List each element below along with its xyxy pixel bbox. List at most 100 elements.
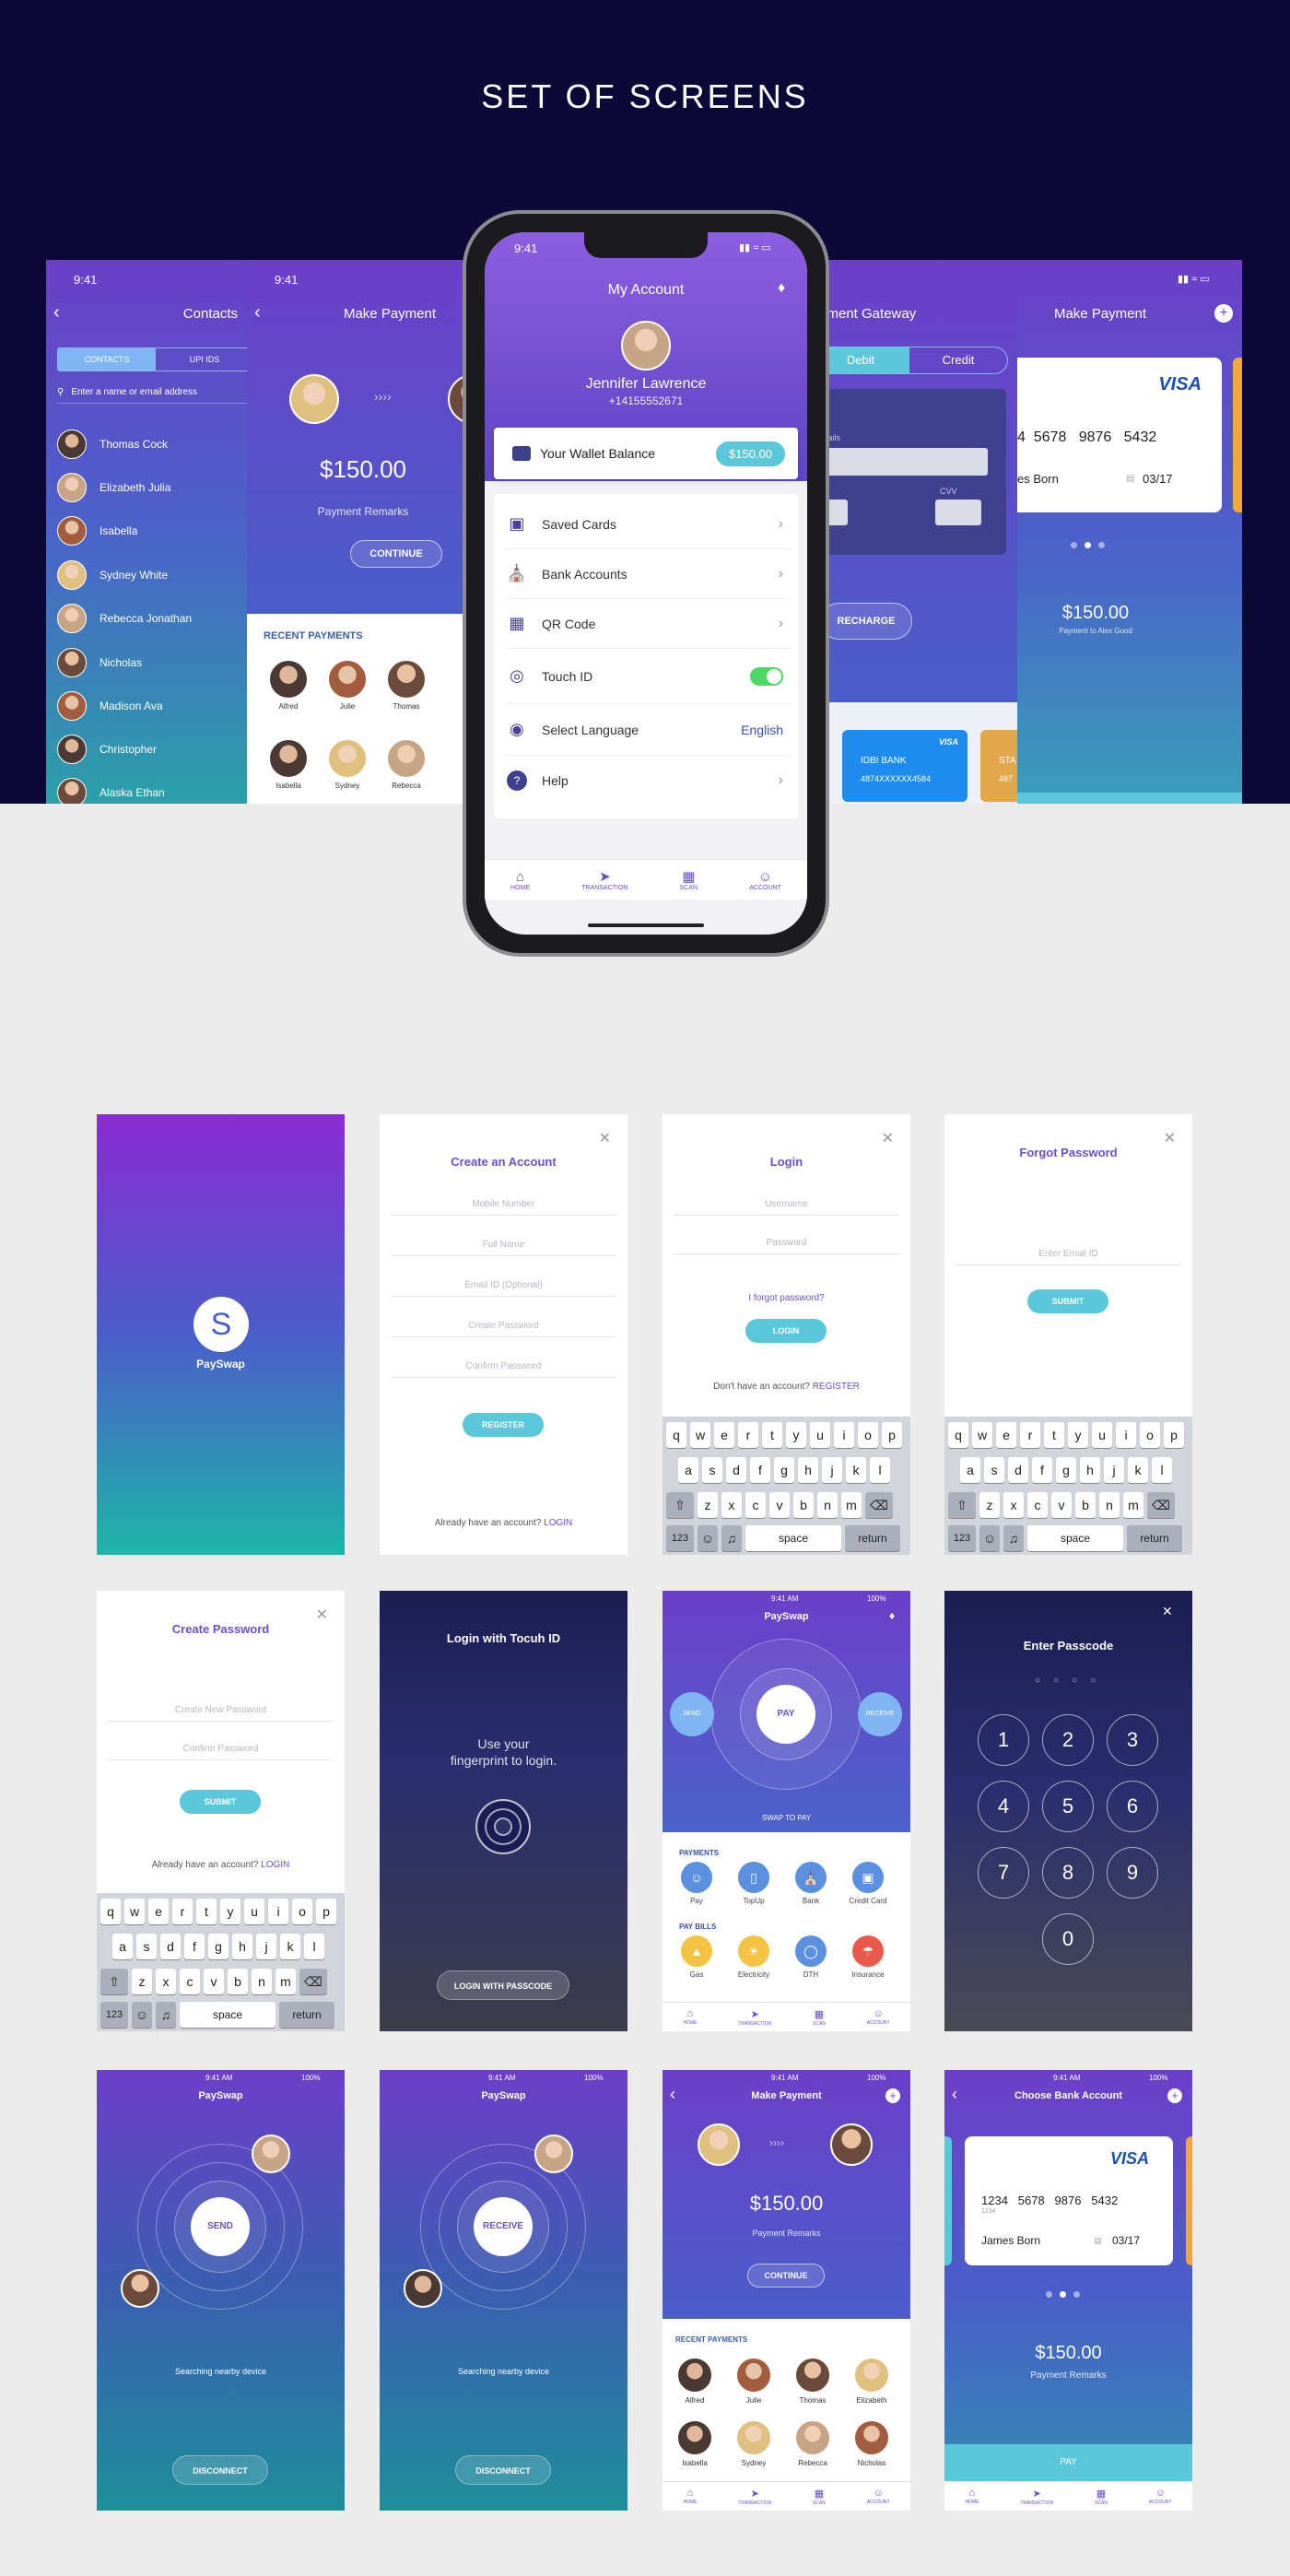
key[interactable]: k xyxy=(280,1934,300,1959)
tab-account[interactable]: ☺ ACCOUNT xyxy=(867,2488,890,2505)
keypad-key[interactable]: 1 xyxy=(978,1714,1029,1766)
bill-insurance[interactable]: ☂ Insurance xyxy=(845,1935,891,1979)
backspace-key-icon[interactable]: ⌫ xyxy=(299,1969,327,1994)
send-button[interactable]: SEND xyxy=(670,1692,714,1736)
space-key[interactable]: space xyxy=(745,1525,841,1551)
key[interactable]: n xyxy=(252,1969,272,1994)
mic-key-icon[interactable]: ♫ xyxy=(156,2002,176,2028)
key[interactable]: p xyxy=(1164,1422,1184,1448)
space-key[interactable]: space xyxy=(180,2002,276,2028)
key[interactable]: o xyxy=(1140,1422,1160,1448)
confirm-password-field[interactable]: Confirm Password xyxy=(391,1358,616,1378)
keypad-key[interactable]: 8 xyxy=(1042,1847,1094,1899)
key[interactable]: t xyxy=(762,1422,782,1448)
close-icon[interactable]: ✕ xyxy=(316,1606,328,1624)
shift-key-icon[interactable]: ⇧ xyxy=(666,1492,694,1518)
return-key[interactable]: return xyxy=(279,2002,334,2028)
key[interactable]: l xyxy=(1152,1457,1172,1483)
key[interactable]: u xyxy=(810,1422,830,1448)
key[interactable]: b xyxy=(793,1492,814,1518)
bill-gas[interactable]: ▲ Gas xyxy=(674,1935,720,1979)
key[interactable]: f xyxy=(184,1934,205,1959)
send-center-button[interactable]: SEND xyxy=(191,2197,250,2256)
contact-item[interactable]: Madison Ava xyxy=(57,688,163,724)
key[interactable]: s xyxy=(984,1457,1004,1483)
cvv-input[interactable] xyxy=(935,500,981,525)
tab-account[interactable]: ☺ ACCOUNT xyxy=(1149,2488,1172,2505)
nearby-device-avatar[interactable] xyxy=(121,2269,159,2308)
contact-item[interactable]: Rebecca Jonathan xyxy=(57,600,192,637)
num-key[interactable]: 123 xyxy=(100,2002,128,2028)
key[interactable]: j xyxy=(1104,1457,1124,1483)
key[interactable]: q xyxy=(666,1422,686,1448)
forgot-password-link[interactable]: I forgot password? xyxy=(663,1293,910,1303)
disconnect-button[interactable]: DISCONNECT xyxy=(172,2455,268,2485)
card-number-input[interactable] xyxy=(811,448,988,476)
contact-item[interactable]: Isabella xyxy=(57,512,137,549)
key[interactable]: h xyxy=(798,1457,818,1483)
contact-item[interactable]: Alaska Ethan xyxy=(57,774,165,804)
num-key[interactable]: 123 xyxy=(948,1525,976,1551)
touch-id-toggle[interactable] xyxy=(750,666,783,686)
recent-contact[interactable]: Elizabeth xyxy=(849,2358,895,2405)
key[interactable]: w xyxy=(124,1899,145,1924)
tab-account[interactable]: ☺ ACCOUNT xyxy=(749,869,781,891)
key[interactable]: p xyxy=(316,1899,336,1924)
key[interactable]: u xyxy=(1092,1422,1112,1448)
menu-help[interactable]: ? Help › xyxy=(507,756,791,806)
add-icon[interactable]: + xyxy=(885,2088,900,2103)
key[interactable]: l xyxy=(870,1457,890,1483)
tab-transaction[interactable]: ➤ TRANSACTION xyxy=(738,2488,771,2506)
email-field[interactable]: Enter Email ID xyxy=(956,1245,1181,1265)
recharge-button[interactable]: RECHARGE xyxy=(820,603,912,640)
key[interactable]: n xyxy=(1099,1492,1120,1518)
bank-card-idbi[interactable]: VISA IDBI BANK 4874XXXXXX4584 xyxy=(842,730,968,802)
bill-electricity[interactable]: ☀ Electricity xyxy=(731,1935,777,1979)
return-key[interactable]: return xyxy=(1127,1525,1182,1551)
keypad-key[interactable]: 5 xyxy=(1042,1781,1094,1832)
key[interactable]: z xyxy=(132,1969,152,1994)
key[interactable]: k xyxy=(846,1457,866,1483)
num-key[interactable]: 123 xyxy=(666,1525,694,1551)
key[interactable]: k xyxy=(1128,1457,1148,1483)
key[interactable]: e xyxy=(996,1422,1016,1448)
backspace-key-icon[interactable]: ⌫ xyxy=(865,1492,893,1518)
key[interactable]: z xyxy=(698,1492,718,1518)
key[interactable]: a xyxy=(960,1457,980,1483)
key[interactable]: o xyxy=(858,1422,878,1448)
register-button[interactable]: REGISTER xyxy=(463,1413,544,1437)
key[interactable]: g xyxy=(1056,1457,1076,1483)
tab-scan[interactable]: ▦ SCAN xyxy=(813,2008,826,2027)
login-button[interactable]: LOGIN xyxy=(745,1319,827,1343)
contact-item[interactable]: Christopher xyxy=(57,731,157,768)
search-bar[interactable]: ⚲ Enter a name or email address xyxy=(57,382,254,404)
tab-scan[interactable]: ▦ SCAN xyxy=(813,2488,826,2506)
key[interactable]: h xyxy=(232,1934,252,1959)
key[interactable]: l xyxy=(304,1934,324,1959)
contact-item[interactable]: Thomas Cock xyxy=(57,426,168,463)
service-pay[interactable]: ☺ Pay xyxy=(674,1862,720,1905)
backspace-key-icon[interactable]: ⌫ xyxy=(1147,1492,1175,1518)
key[interactable]: s xyxy=(702,1457,722,1483)
close-icon[interactable]: ✕ xyxy=(1164,1129,1176,1147)
menu-select-language[interactable]: ◉ Select Language English xyxy=(507,704,791,756)
key[interactable]: v xyxy=(1051,1492,1072,1518)
key[interactable]: c xyxy=(1027,1492,1048,1518)
key[interactable]: c xyxy=(745,1492,766,1518)
key[interactable]: d xyxy=(1008,1457,1028,1483)
key[interactable]: e xyxy=(148,1899,169,1924)
key[interactable]: v xyxy=(204,1969,224,1994)
key[interactable]: y xyxy=(1068,1422,1088,1448)
key[interactable]: m xyxy=(841,1492,862,1518)
recent-contact[interactable]: Alfred xyxy=(265,660,311,711)
tab-transaction[interactable]: ➤ TRANSACTION xyxy=(1020,2488,1053,2506)
tab-home[interactable]: ⌂ HOME xyxy=(965,2488,979,2505)
key[interactable]: r xyxy=(738,1422,758,1448)
key[interactable]: m xyxy=(276,1969,296,1994)
submit-button[interactable]: SUBMIT xyxy=(180,1790,261,1814)
key[interactable]: f xyxy=(750,1457,770,1483)
key[interactable]: b xyxy=(1075,1492,1096,1518)
tab-home[interactable]: ⌂ HOME xyxy=(683,2488,697,2505)
recent-contact[interactable]: Rebecca xyxy=(790,2420,836,2467)
continue-button[interactable]: CONTINUE xyxy=(747,2264,825,2288)
